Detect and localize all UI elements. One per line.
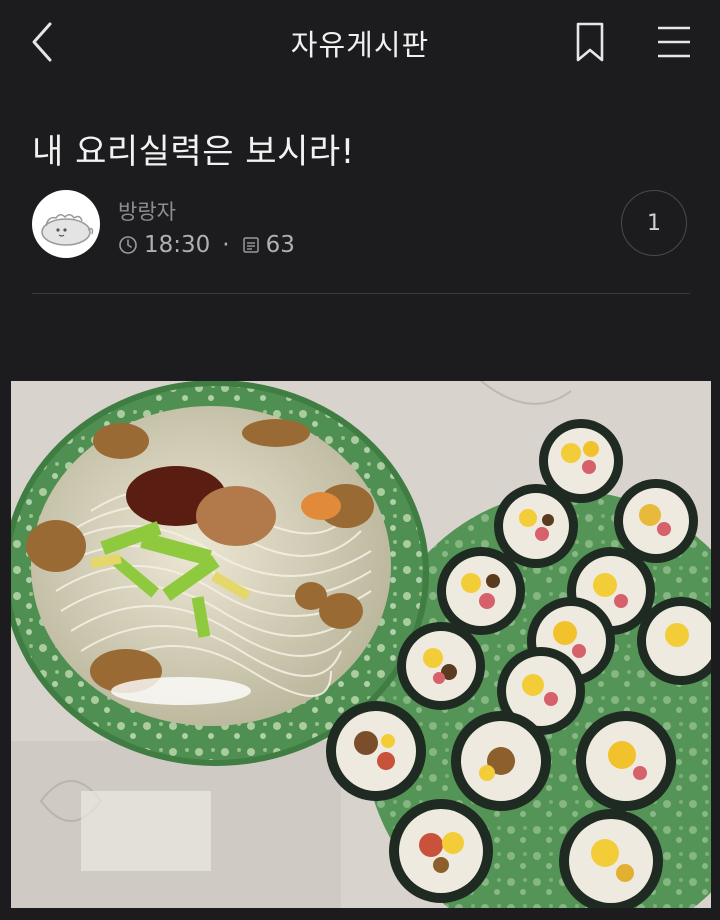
meta-separator: · xyxy=(222,232,230,258)
avatar-character-icon xyxy=(41,214,94,246)
top-bar: 자유게시판 xyxy=(0,0,720,86)
food-photo-illustration xyxy=(11,381,711,908)
comment-count-button[interactable]: 1 xyxy=(621,190,687,256)
clock-icon xyxy=(119,236,137,254)
post-title: 내 요리실력은 보시라! xyxy=(32,132,355,172)
bookmark-button[interactable] xyxy=(570,20,610,64)
author-name[interactable]: 방랑자 xyxy=(118,196,176,226)
author-row: 방랑자 18:30 · 63 1 xyxy=(32,188,692,262)
view-count: 63 xyxy=(265,232,295,258)
post-meta: 18:30 · 63 xyxy=(118,230,295,260)
divider xyxy=(32,293,690,294)
board-title: 자유게시판 xyxy=(290,28,430,62)
post-photo[interactable] xyxy=(11,381,711,908)
bookmark-icon xyxy=(576,22,604,62)
post-time: 18:30 xyxy=(144,232,211,258)
views-icon xyxy=(242,237,259,253)
hamburger-menu-icon xyxy=(658,26,690,58)
menu-button[interactable] xyxy=(652,20,696,64)
avatar[interactable] xyxy=(32,190,100,258)
